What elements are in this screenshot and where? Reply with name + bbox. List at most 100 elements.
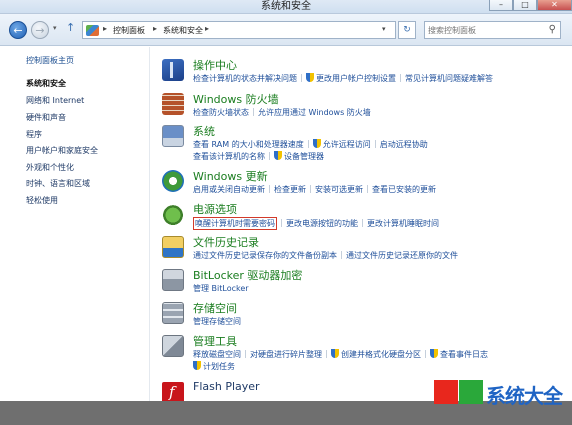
uac-shield-icon: [331, 349, 339, 358]
link-event-log[interactable]: 查看事件日志: [440, 349, 488, 360]
category-links: 通过文件历史记录保存你的文件备份副本 通过文件历史记录还原你的文件: [193, 250, 458, 261]
link-divider: [341, 251, 342, 259]
link-view-ram[interactable]: 查看 RAM 的大小和处理器速度: [193, 139, 304, 150]
link-remote-assistance[interactable]: 启动远程协助: [380, 139, 428, 150]
sidebar-item-network[interactable]: 网络和 Internet: [26, 95, 84, 106]
up-button[interactable]: ↑: [66, 21, 75, 34]
category-links: 唤醒计算机时需要密码 更改电源按钮的功能 更改计算机睡眠时间: [193, 217, 439, 230]
close-button[interactable]: ✕: [537, 0, 572, 11]
search-icon[interactable]: ⚲: [549, 24, 556, 35]
flag-icon[interactable]: [162, 59, 184, 81]
breadcrumb-separator-icon[interactable]: ▸: [153, 24, 157, 33]
breadcrumb-separator-icon[interactable]: ▸: [103, 24, 107, 33]
category-title[interactable]: Flash Player: [193, 380, 260, 393]
computer-icon[interactable]: [162, 125, 184, 147]
power-icon[interactable]: [162, 203, 184, 225]
link-check-status[interactable]: 检查计算机的状态并解决问题: [193, 73, 297, 84]
uac-shield-icon: [312, 139, 321, 148]
link-device-manager[interactable]: 设备管理器: [284, 151, 324, 162]
uac-shield-icon: [274, 151, 282, 160]
link-allow-app[interactable]: 允许应用通过 Windows 防火墙: [258, 107, 371, 118]
link-defragment[interactable]: 对硬盘进行碎片整理: [250, 349, 322, 360]
link-firewall-status[interactable]: 检查防火墙状态: [193, 107, 249, 118]
refresh-button[interactable]: ↻: [398, 21, 416, 39]
link-divider: [425, 350, 426, 358]
sidebar-item-ease-of-access[interactable]: 轻松使用: [26, 195, 58, 206]
recent-locations-icon[interactable]: ▾: [53, 24, 57, 32]
category-title[interactable]: 管理工具: [193, 333, 237, 349]
uac-shield-icon: [430, 349, 438, 358]
maximize-button[interactable]: □: [513, 0, 537, 11]
address-dropdown-icon[interactable]: ▾: [382, 25, 386, 33]
category-title[interactable]: 文件历史记录: [193, 234, 259, 250]
link-manage-bitlocker[interactable]: 管理 BitLocker: [193, 283, 249, 294]
breadcrumb-system-security[interactable]: 系统和安全: [163, 25, 203, 36]
link-divider: [253, 108, 254, 116]
minimize-button[interactable]: –: [489, 0, 513, 11]
link-divider: [326, 350, 327, 358]
storage-spaces-icon[interactable]: [162, 302, 184, 324]
link-sleep-time[interactable]: 更改计算机睡眠时间: [367, 218, 439, 229]
control-panel-icon: [86, 25, 99, 36]
link-check-updates[interactable]: 检查更新: [274, 184, 306, 195]
link-troubleshoot[interactable]: 常见计算机问题疑难解答: [405, 73, 493, 84]
link-uac-settings[interactable]: 更改用户帐户控制设置: [316, 73, 396, 84]
back-button[interactable]: ←: [9, 21, 27, 39]
firewall-icon[interactable]: [162, 93, 184, 115]
file-history-icon[interactable]: [162, 236, 184, 258]
breadcrumb-separator-icon[interactable]: ▸: [205, 24, 209, 33]
category-title[interactable]: 存储空间: [193, 300, 237, 316]
sidebar-item-clock-language[interactable]: 时钟、语言和区域: [26, 178, 90, 189]
category-links: 检查计算机的状态并解决问题 更改用户帐户控制设置 常见计算机问题疑难解答: [193, 73, 493, 84]
category-title[interactable]: Windows 更新: [193, 168, 268, 184]
link-task-scheduler[interactable]: 计划任务: [203, 361, 235, 372]
link-computer-name[interactable]: 查看该计算机的名称: [193, 151, 265, 162]
link-partition[interactable]: 创建并格式化硬盘分区: [341, 349, 421, 360]
watermark-text: 系统大全: [486, 384, 563, 408]
sidebar-item-hardware-sound[interactable]: 硬件和声音: [26, 112, 66, 123]
search-box[interactable]: ⚲: [424, 21, 561, 39]
link-divider: [269, 185, 270, 193]
category-title[interactable]: Windows 防火墙: [193, 91, 279, 107]
link-manage-storage[interactable]: 管理存储空间: [193, 316, 241, 327]
category-title[interactable]: 系统: [193, 123, 215, 139]
link-auto-update[interactable]: 启用或关闭自动更新: [193, 184, 265, 195]
sidebar-item-programs[interactable]: 程序: [26, 129, 42, 140]
category-links: 释放磁盘空间 对硬盘进行碎片整理 创建并格式化硬盘分区 查看事件日志: [193, 349, 488, 360]
main-content: 操作中心 检查计算机的状态并解决问题 更改用户帐户控制设置 常见计算机问题疑难解答 …: [150, 47, 572, 425]
windows-update-icon[interactable]: [162, 170, 184, 192]
category-title[interactable]: 操作中心: [193, 57, 237, 73]
link-wake-password[interactable]: 唤醒计算机时需要密码: [193, 217, 277, 230]
link-divider: [400, 74, 401, 82]
link-divider: [245, 350, 246, 358]
category-links: 管理存储空间: [193, 316, 241, 327]
forward-button[interactable]: →: [31, 21, 49, 39]
watermark-red-square: [434, 380, 458, 404]
link-restore-files[interactable]: 通过文件历史记录还原你的文件: [346, 250, 458, 261]
link-divider: [281, 219, 282, 227]
link-divider: [367, 185, 368, 193]
sidebar-item-user-accounts[interactable]: 用户帐户和家庭安全: [26, 145, 98, 156]
link-installed-updates[interactable]: 查看已安装的更新: [372, 184, 436, 195]
title-bar: 系统和安全 – □ ✕: [0, 0, 572, 14]
link-remote-access[interactable]: 允许远程访问: [323, 139, 371, 150]
link-backup-files[interactable]: 通过文件历史记录保存你的文件备份副本: [193, 250, 337, 261]
sidebar-item-appearance[interactable]: 外观和个性化: [26, 162, 74, 173]
category-title[interactable]: 电源选项: [193, 201, 237, 217]
admin-tools-icon[interactable]: [162, 335, 184, 357]
category-title[interactable]: BitLocker 驱动器加密: [193, 267, 302, 283]
sidebar-item-home[interactable]: 控制面板主页: [26, 55, 74, 66]
bitlocker-icon[interactable]: [162, 269, 184, 291]
link-optional-updates[interactable]: 安装可选更新: [315, 184, 363, 195]
sidebar-item-system-security[interactable]: 系统和安全: [26, 78, 66, 89]
category-links: 查看 RAM 的大小和处理器速度 允许远程访问 启动远程协助: [193, 139, 428, 150]
category-links: 启用或关闭自动更新 检查更新 安装可选更新 查看已安装的更新: [193, 184, 436, 195]
category-links-row2: 查看该计算机的名称 设备管理器: [193, 151, 324, 162]
link-power-button[interactable]: 更改电源按钮的功能: [286, 218, 358, 229]
link-divider: [269, 152, 270, 160]
sidebar: 控制面板主页 系统和安全 网络和 Internet 硬件和声音 程序 用户帐户和…: [0, 47, 150, 425]
link-disk-cleanup[interactable]: 释放磁盘空间: [193, 349, 241, 360]
search-input[interactable]: [428, 24, 540, 36]
breadcrumb[interactable]: ▸ 控制面板 ▸ 系统和安全 ▸: [82, 21, 396, 39]
breadcrumb-control-panel[interactable]: 控制面板: [113, 25, 145, 36]
